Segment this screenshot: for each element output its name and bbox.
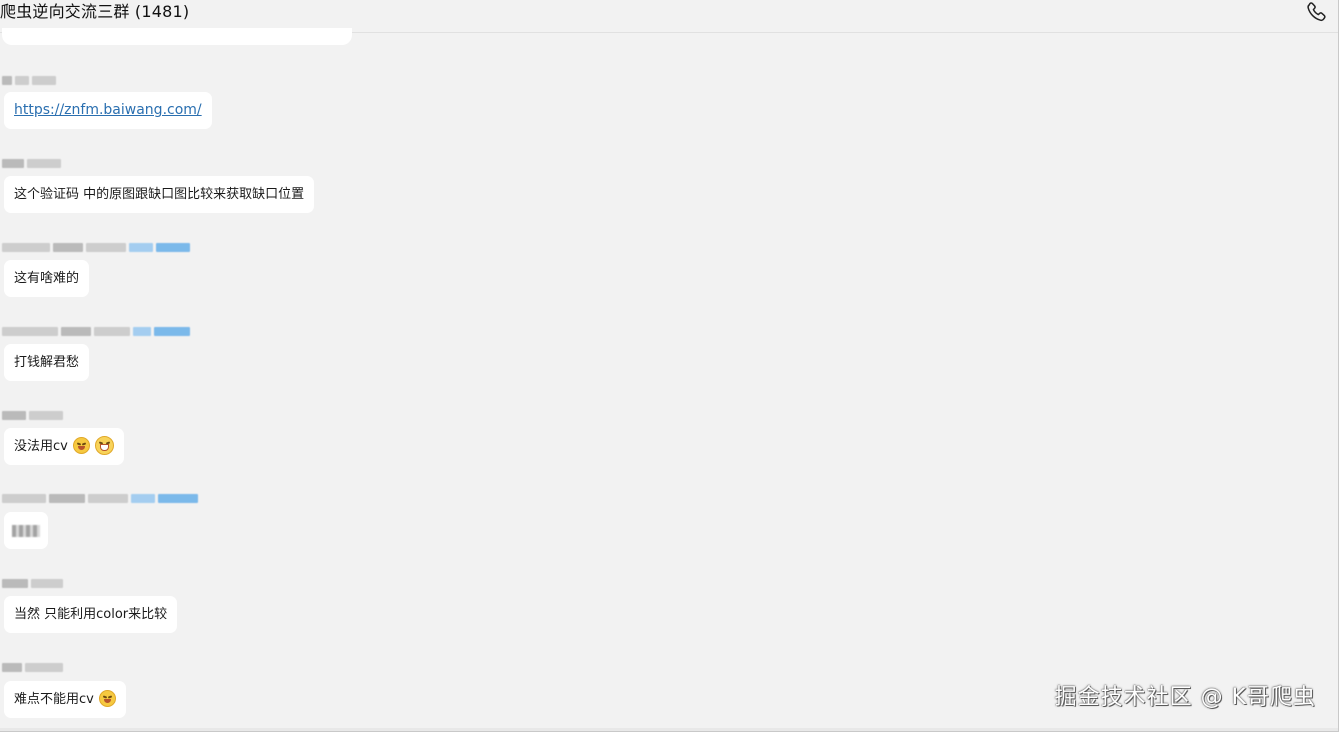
message-link[interactable]: https://znfm.baiwang.com/ [14,102,202,118]
message-text: 这个验证码 中的原图跟缺口图比较来获取缺口位置 [14,187,305,202]
sender-name-blurred [2,74,56,86]
sender-name-blurred [2,492,198,504]
chat-title: 爬虫逆向交流三群 (1481) [0,2,190,21]
phone-icon[interactable] [1305,0,1329,24]
sender-name-blurred [2,241,190,253]
chat-window: 爬虫逆向交流三群 (1481) https://znfm.baiwang.com… [0,0,1339,732]
censored-content [12,524,40,537]
message-text: 这有啥难的 [14,271,80,286]
grin-emoji-icon [95,436,115,455]
watermark: 掘金技术社区 @ K哥爬虫 [1054,685,1316,710]
sender-name-blurred [2,661,63,673]
message-bubble[interactable] [4,512,48,549]
sender-name-blurred [2,157,61,169]
next-message-stub [0,728,1338,731]
message-bubble[interactable]: 当然 只能利用color来比较 [4,596,178,633]
message-text: 当然 只能利用color来比较 [14,607,168,622]
message-bubble[interactable]: 打钱解君愁 [4,344,90,381]
sender-name-blurred [2,577,63,589]
message-text: 没法用cv [14,439,68,454]
message-text: 难点不能用cv [14,692,94,707]
sender-name-blurred [2,325,190,337]
message-text: 打钱解君愁 [14,355,80,370]
message-bubble[interactable]: 难点不能用cv [4,681,126,718]
smirk-emoji-icon [72,437,90,454]
message-bubble[interactable]: https://znfm.baiwang.com/ [4,92,212,129]
message-bubble[interactable]: 没法用cv [4,428,125,465]
sender-name-blurred [2,409,63,421]
message-bubble[interactable]: 这个验证码 中的原图跟缺口图比较来获取缺口位置 [4,176,315,213]
smirk-emoji-icon [98,690,116,707]
message-bubble[interactable]: 这有啥难的 [4,260,90,297]
previous-message-bubble [2,28,352,45]
